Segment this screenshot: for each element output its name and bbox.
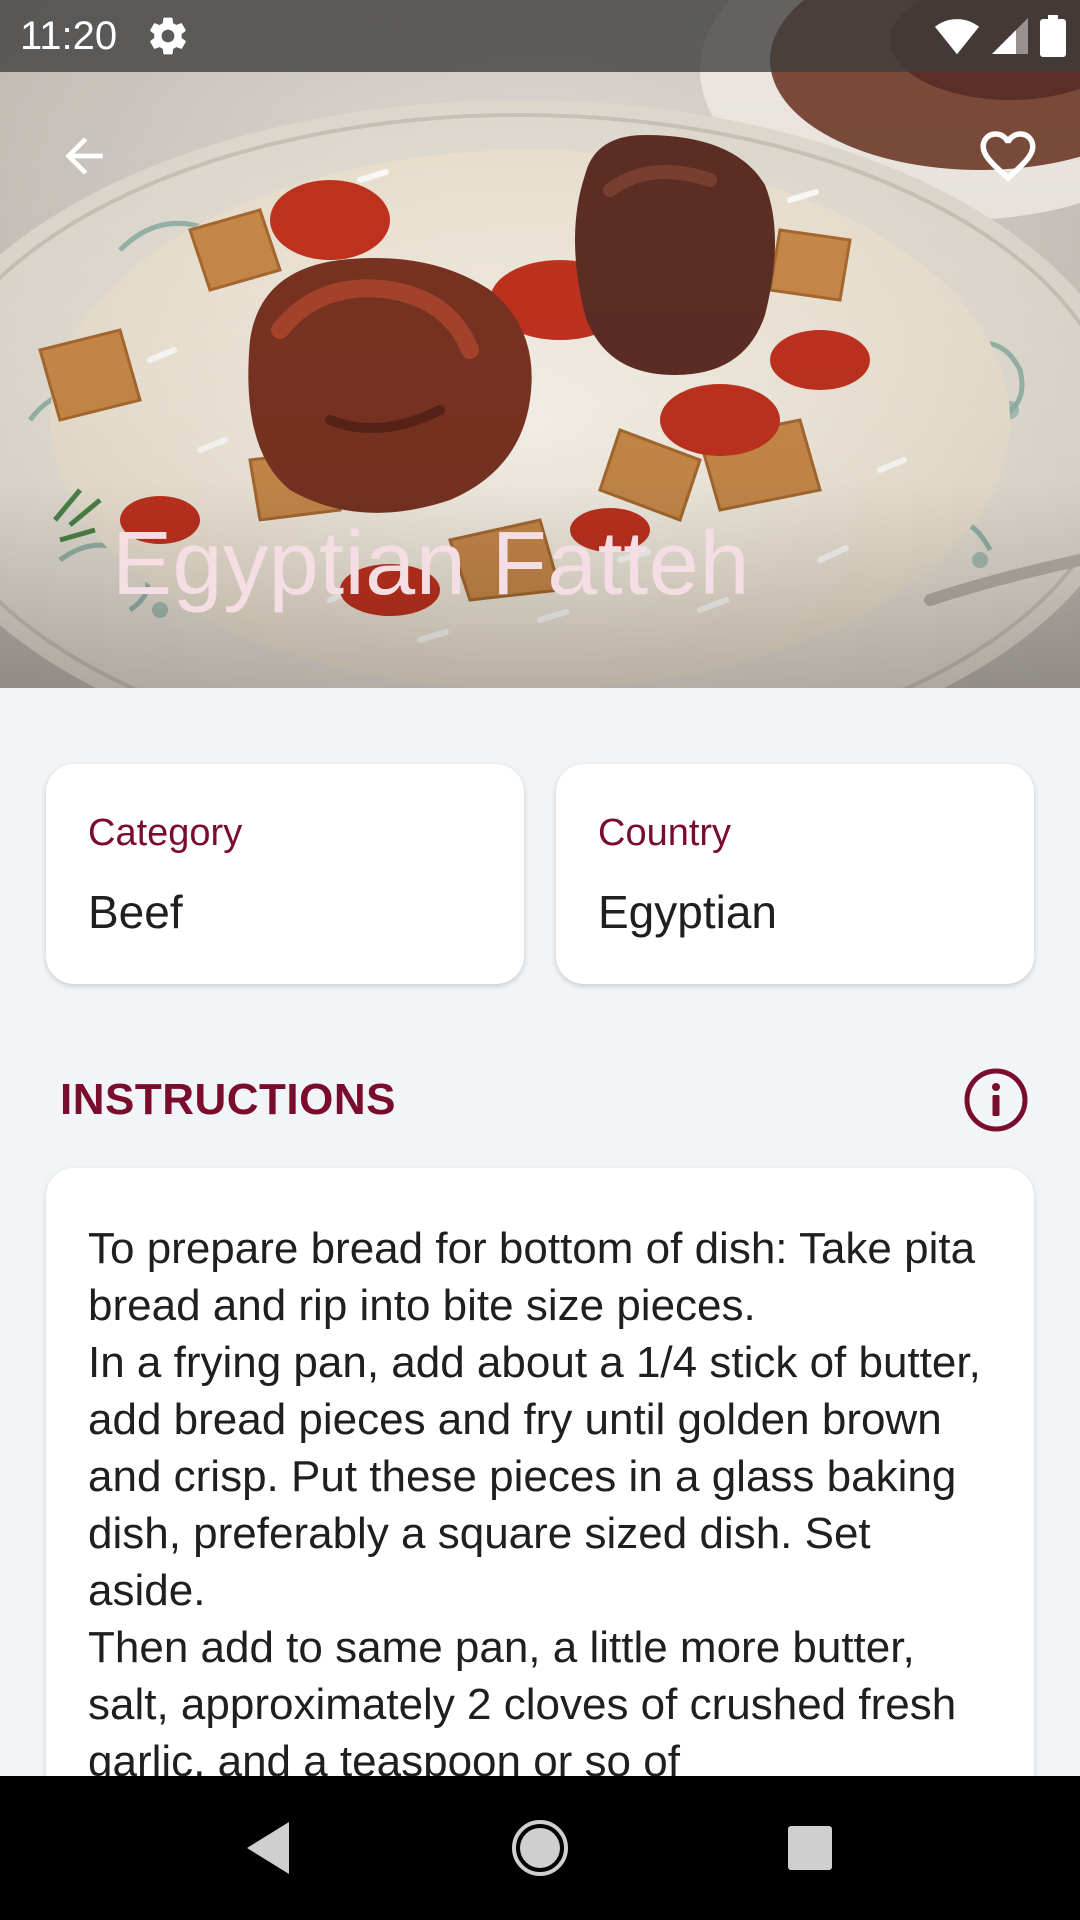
meal-title: Egyptian Fatteh <box>112 514 750 614</box>
heart-outline-icon <box>980 131 1036 182</box>
meal-hero-image: 11:20 Egyptian Fatteh <box>0 0 1080 688</box>
nav-recents-button[interactable] <box>770 1808 850 1888</box>
country-value: Egyptian <box>598 886 778 938</box>
instructions-heading: INSTRUCTIONS <box>60 1075 396 1124</box>
country-label: Country <box>598 812 732 854</box>
nav-home-icon <box>512 1820 568 1876</box>
nav-back-button[interactable] <box>228 1808 308 1888</box>
system-navigation-bar <box>0 1776 1080 1920</box>
instructions-card[interactable]: To prepare bread for bottom of dish: Tak… <box>46 1168 1034 1808</box>
status-icons <box>934 14 1066 58</box>
instructions-text: To prepare bread for bottom of dish: Tak… <box>88 1224 981 1786</box>
category-label: Category <box>88 812 243 854</box>
status-bar: 11:20 <box>0 0 1080 72</box>
gear-icon <box>146 14 190 58</box>
battery-icon <box>1040 15 1066 57</box>
wifi-icon <box>934 16 980 56</box>
info-circle-icon <box>964 1068 1028 1132</box>
nav-home-button[interactable] <box>500 1808 580 1888</box>
instructions-info-button[interactable] <box>962 1066 1030 1134</box>
nav-back-icon <box>247 1822 289 1874</box>
arrow-left-icon <box>65 137 103 175</box>
back-button[interactable] <box>36 108 132 204</box>
cell-signal-icon <box>990 16 1030 56</box>
favorite-button[interactable] <box>960 108 1056 204</box>
country-card: Country Egyptian <box>556 764 1034 984</box>
nav-recents-icon <box>788 1826 832 1870</box>
status-time: 11:20 <box>20 14 118 58</box>
category-value: Beef <box>88 886 183 938</box>
recipe-detail-screen: 11:20 Egyptian Fatteh Category Beef Coun… <box>0 0 1080 1920</box>
category-card: Category Beef <box>46 764 524 984</box>
